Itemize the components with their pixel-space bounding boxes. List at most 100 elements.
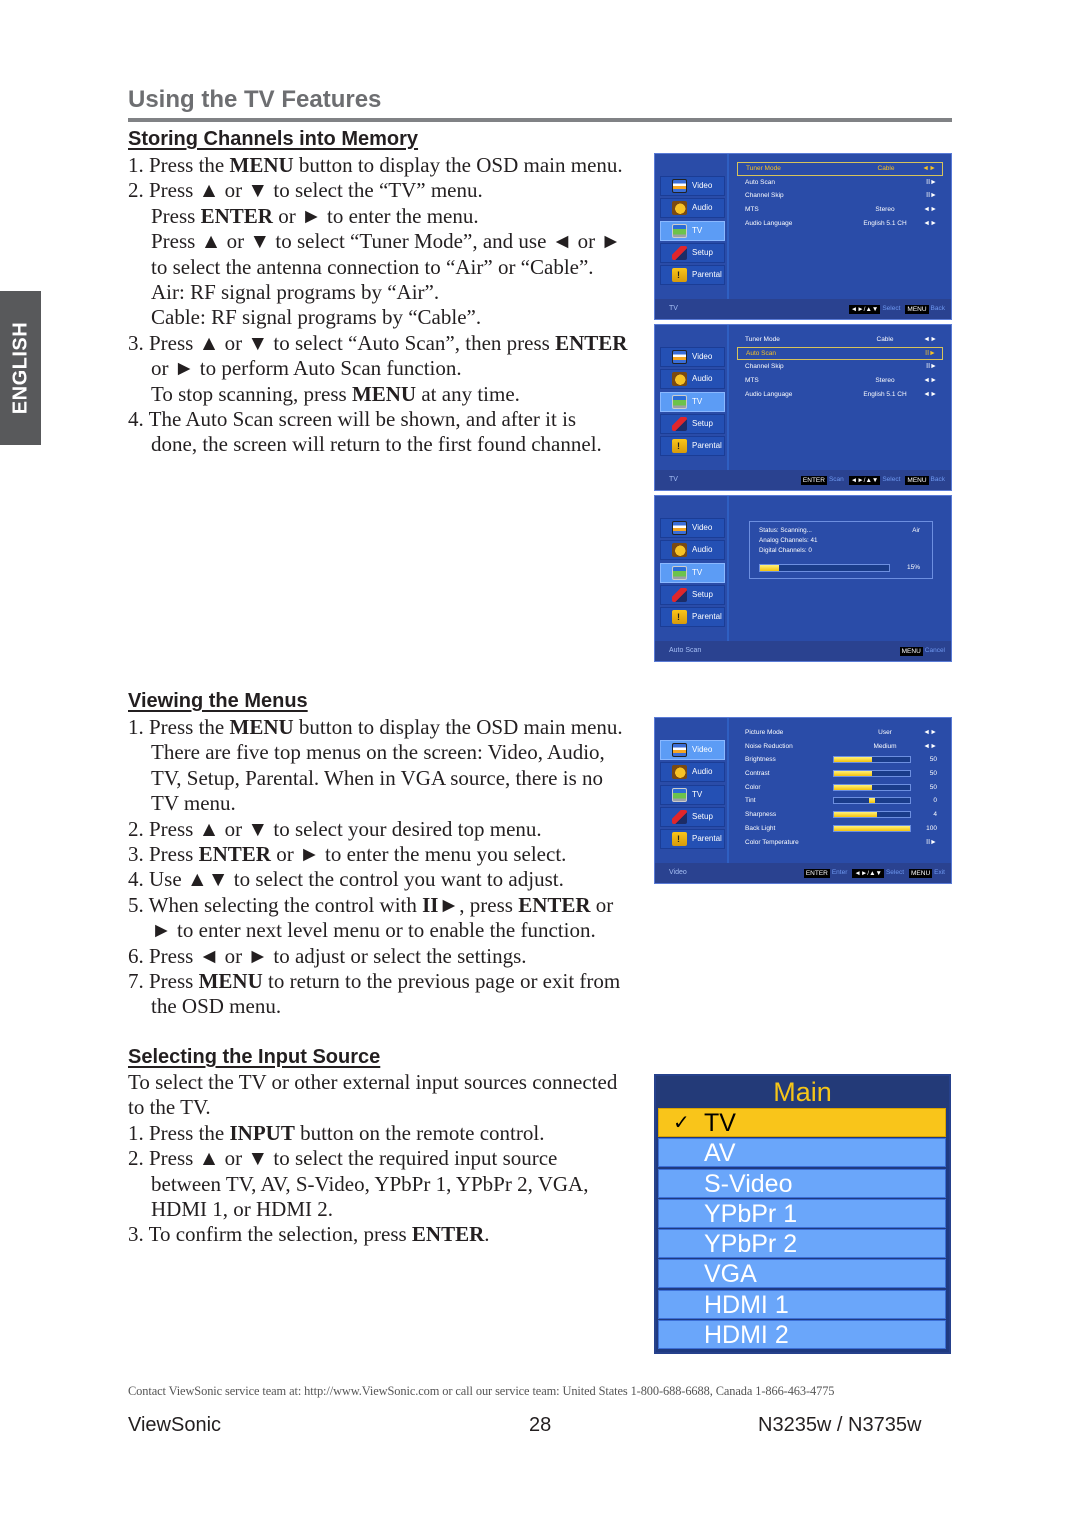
- setup-icon: [672, 587, 687, 602]
- osd-nav-parental[interactable]: Parental: [660, 829, 725, 850]
- osd-nav-tv[interactable]: TV: [660, 391, 725, 412]
- osd-row-audio-language[interactable]: Audio Language English 5.1 CH ◄►: [737, 217, 943, 231]
- text-line: Air: RF signal programs by “Air”.: [128, 280, 648, 305]
- osd-nav-audio[interactable]: Audio: [660, 540, 725, 561]
- osd-row-back-light[interactable]: Back Light 100: [737, 822, 943, 836]
- osd-row-auto-scan[interactable]: Auto Scan II►: [737, 346, 943, 361]
- osd-slider[interactable]: [833, 797, 911, 805]
- input-source-tv[interactable]: ✓ TV: [658, 1108, 946, 1137]
- text-run: 3. To confirm the selection, press: [128, 1222, 412, 1247]
- osd-nav-label: Audio: [692, 767, 713, 777]
- osd-row-audio-language[interactable]: Audio Language English 5.1 CH ◄►: [737, 388, 943, 402]
- osd-nav-setup[interactable]: Setup: [660, 584, 725, 605]
- language-tab-label: ENGLISH: [9, 321, 31, 415]
- osd-nav-setup[interactable]: Setup: [660, 806, 725, 827]
- osd-slider[interactable]: [833, 811, 911, 819]
- osd-row-color[interactable]: Color 50: [737, 781, 943, 795]
- input-source-ypbpr-2[interactable]: YPbPr 2: [658, 1229, 946, 1259]
- osd-nav-setup[interactable]: Setup: [660, 413, 725, 434]
- input-source-ypbpr-1[interactable]: YPbPr 1: [658, 1198, 946, 1228]
- text-run: or ► to perform Auto Scan function.: [151, 356, 462, 381]
- osd-row-label: Channel Skip: [745, 192, 784, 200]
- osd-row-noise-reduction[interactable]: Noise Reduction Medium ◄►: [737, 740, 943, 754]
- osd-nav-parental[interactable]: Parental: [660, 607, 725, 628]
- text-run: TV menu.: [151, 791, 236, 816]
- osd-row-mts[interactable]: MTS Stereo ◄►: [737, 203, 943, 217]
- text-run: to select the antenna connection to “Air…: [151, 254, 594, 279]
- text-run: or ► to enter the menu.: [272, 203, 479, 228]
- text-run: HDMI 1, or HDMI 2.: [151, 1197, 333, 1222]
- text-line: TV menu.: [128, 791, 648, 816]
- osd-row-tint[interactable]: Tint 0: [737, 794, 943, 808]
- input-source-s-video[interactable]: S-Video: [658, 1168, 946, 1198]
- osd-slider[interactable]: [833, 783, 911, 791]
- osd-row-brightness[interactable]: Brightness 50: [737, 753, 943, 767]
- osd-slider-fill: [834, 812, 877, 818]
- text-line: 7. Press MENU to return to the previous …: [128, 969, 648, 994]
- osd-row-tuner-mode[interactable]: Tuner Mode Cable ◄►: [737, 162, 943, 176]
- osd-row-contrast[interactable]: Contrast 50: [737, 767, 943, 781]
- osd-slider-value: 50: [929, 770, 937, 778]
- input-source-label: TV: [704, 1109, 736, 1137]
- osd-nav-parental[interactable]: Parental: [660, 436, 725, 457]
- scan-progress-percent: 15%: [906, 564, 920, 571]
- osd-row-color-temperature[interactable]: Color Temperature II►: [737, 836, 943, 850]
- text-line: ► to enter next level menu or to enable …: [128, 918, 648, 943]
- text-run: 3. Press: [128, 842, 199, 867]
- key-hint-label: Scan: [828, 476, 844, 483]
- video-icon: [672, 179, 687, 193]
- input-source-vga[interactable]: VGA: [658, 1259, 946, 1289]
- key--icon: ◄►/▲▼: [848, 475, 881, 485]
- auto-scan-status-box: Status: Scanning... Analog Channels: 41 Di…: [749, 521, 933, 579]
- key-enter-icon: ENTER: [803, 868, 830, 878]
- input-source-av[interactable]: AV: [658, 1138, 946, 1168]
- osd-row-auto-scan[interactable]: Auto Scan II►: [737, 176, 943, 190]
- osd-nav-tv[interactable]: TV: [660, 784, 725, 805]
- osd-slider[interactable]: [833, 770, 911, 778]
- osd-row-tuner-mode[interactable]: Tuner Mode Cable ◄►: [737, 333, 943, 347]
- input-source-hdmi-1[interactable]: HDMI 1: [658, 1289, 946, 1319]
- osd-sidebar: Video Audio TV Setup Parental: [655, 496, 729, 641]
- key-menu-icon: MENU: [909, 868, 933, 878]
- text-run: between TV, AV, S-Video, YPbPr 1, YPbPr …: [151, 1171, 589, 1196]
- title-divider: [128, 118, 952, 122]
- osd-nav-label: Parental: [692, 834, 722, 844]
- input-source-hdmi-2[interactable]: HDMI 2: [658, 1320, 946, 1350]
- osd-nav-parental[interactable]: Parental: [660, 265, 725, 286]
- bold-keyword: ENTER: [411, 1222, 485, 1247]
- osd-nav-audio[interactable]: Audio: [660, 369, 725, 390]
- text-run: ► to enter next level menu or to enable …: [151, 918, 596, 943]
- osd-nav-tv[interactable]: TV: [660, 562, 725, 583]
- osd-row-picture-mode[interactable]: Picture Mode User ◄►: [737, 726, 943, 740]
- text-line: 3. To confirm the selection, press ENTER…: [128, 1222, 648, 1247]
- osd-row-channel-skip[interactable]: Channel Skip II►: [737, 360, 943, 374]
- osd-nav-audio[interactable]: Audio: [660, 198, 725, 219]
- osd-nav-label: Parental: [692, 441, 722, 451]
- bold-keyword: ENTER: [200, 203, 273, 228]
- left-right-arrow-icon: ◄►: [922, 165, 936, 172]
- input-source-steps: To select the TV or other external input…: [128, 1070, 648, 1248]
- text-line: done, the screen will return to the firs…: [128, 432, 648, 457]
- osd-nav-audio[interactable]: Audio: [660, 762, 725, 783]
- osd-nav-video[interactable]: Video: [660, 347, 725, 367]
- osd-slider[interactable]: [833, 756, 911, 764]
- text-line: 2. Press ▲ or ▼ to select your desired t…: [128, 817, 648, 842]
- left-right-arrow-icon: ◄►: [923, 219, 937, 227]
- osd-nav-video[interactable]: Video: [660, 176, 725, 196]
- osd-row-mts[interactable]: MTS Stereo ◄►: [737, 374, 943, 388]
- tv-icon: [672, 565, 687, 580]
- left-right-arrow-icon: ◄►: [923, 206, 937, 214]
- osd-row-label: Tuner Mode: [745, 336, 780, 343]
- text-line: 3. Press ▲ or ▼ to select “Auto Scan”, t…: [128, 331, 648, 356]
- parental-icon: [672, 832, 687, 847]
- text-run: TV, Setup, Parental. When in VGA source,…: [151, 765, 604, 790]
- osd-slider[interactable]: [833, 824, 911, 832]
- osd-row-sharpness[interactable]: Sharpness 4: [737, 808, 943, 822]
- osd-nav-video[interactable]: Video: [660, 518, 725, 538]
- text-run: To select the TV or other external input…: [128, 1070, 618, 1094]
- osd-nav-video[interactable]: Video: [660, 740, 725, 760]
- osd-nav-tv[interactable]: TV: [660, 220, 725, 241]
- osd-row-channel-skip[interactable]: Channel Skip II►: [737, 189, 943, 203]
- osd-nav-setup[interactable]: Setup: [660, 242, 725, 263]
- bold-keyword: II►: [422, 892, 460, 917]
